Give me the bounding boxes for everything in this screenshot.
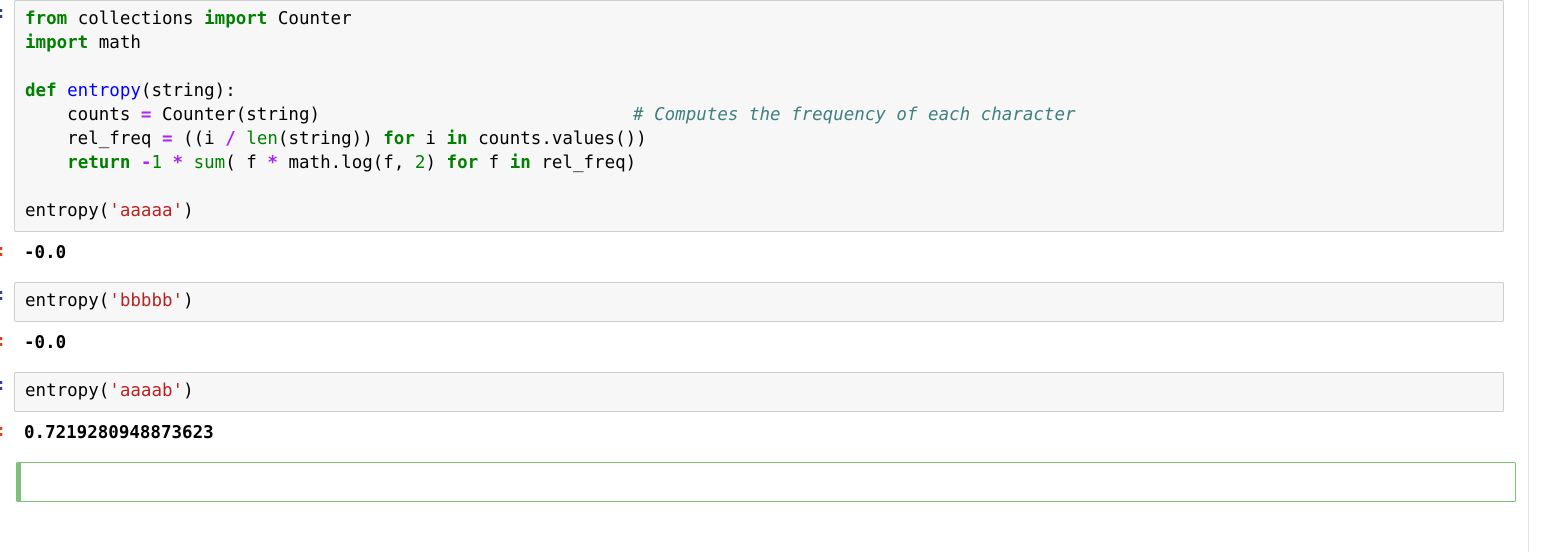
token-keyword-in-1: in: [446, 129, 468, 149]
token-sum-c: ): [425, 153, 447, 173]
token-op-assign-1: =: [140, 105, 152, 125]
token-builtin-len: len: [246, 129, 278, 149]
cell-separator-2: [0, 358, 1528, 372]
token-genexpr-c: (string)): [277, 129, 384, 149]
token-funcname-entropy: entropy: [56, 81, 141, 101]
token-op-assign-2: =: [161, 129, 173, 149]
token-op-minus: -: [130, 153, 152, 173]
cell-3-input-row[interactable]: ]: entropy('aaaab'): [0, 372, 1528, 412]
code-cell-4-selected[interactable]: [16, 462, 1516, 502]
cell-3-output-value: 0.7219280948873623: [24, 423, 214, 443]
token-module-collections: collections: [67, 9, 205, 29]
code-cell-3[interactable]: ]: entropy('aaaab') ]: 0.721928094887362…: [0, 372, 1528, 448]
cell-3-in-prompt: ]:: [0, 372, 14, 398]
token-genexpr-a: ((i: [172, 129, 226, 149]
cell-1-in-prompt: ]:: [0, 0, 14, 26]
token-keyword-def: def: [25, 81, 57, 101]
token-number-1: 1: [151, 153, 162, 173]
cell-1-code-editor[interactable]: from collections import Counter import m…: [14, 0, 1504, 232]
vertical-scrollbar[interactable]: [1528, 0, 1542, 552]
token-op-star-1: *: [162, 153, 184, 173]
cell-1-input-row[interactable]: ]: from collections import Counter impor…: [0, 0, 1528, 232]
cell-2-input-row[interactable]: ]: entropy('bbbbb'): [0, 282, 1528, 322]
token-def-signature: (string):: [140, 81, 236, 101]
cell-1-out-prompt: ]:: [0, 238, 14, 264]
token-sum-b: math.log(f,: [277, 153, 415, 173]
token-sum-a: ( f: [225, 153, 268, 173]
token-op-divide: /: [225, 129, 236, 149]
token-string-aaaab: 'aaaab': [109, 381, 184, 401]
token-keyword-import-1: import: [204, 9, 268, 29]
cell-3-source[interactable]: entropy('aaaab'): [25, 379, 1493, 403]
token-call-close-2: ): [183, 291, 194, 311]
cell-1-output-value: -0.0: [24, 243, 67, 263]
token-counter-call: Counter(string): [151, 105, 321, 125]
cell-3-code-editor[interactable]: entropy('aaaab'): [14, 372, 1504, 412]
cell-2-source[interactable]: entropy('bbbbb'): [25, 289, 1493, 313]
token-name-counter: Counter: [267, 9, 352, 29]
token-number-2: 2: [414, 153, 426, 173]
token-keyword-from: from: [25, 9, 68, 29]
token-keyword-return: return: [67, 153, 131, 173]
token-keyword-in-2: in: [509, 153, 531, 173]
token-return-indent: [25, 153, 67, 173]
token-string-bbbbb: 'bbbbb': [109, 291, 184, 311]
cell-3-out-prompt: ]:: [0, 418, 14, 444]
token-call-entropy-1: entropy(: [25, 201, 110, 221]
token-call-close-1: ): [183, 201, 194, 221]
token-keyword-for-2: for: [446, 153, 479, 173]
cell-3-output-row: ]: 0.7219280948873623: [0, 418, 1528, 448]
cell-2-out-prompt: ]:: [0, 328, 14, 354]
token-builtin-sum: sum: [183, 153, 226, 173]
cell-3-output-area: 0.7219280948873623: [14, 418, 1504, 448]
cell-2-output-row: ]: -0.0: [0, 328, 1528, 358]
cell-2-output-value: -0.0: [24, 333, 67, 353]
token-call-close-3: ): [183, 381, 194, 401]
cell-separator-3: [0, 448, 1528, 462]
token-genexpr-e: counts.values()): [467, 129, 647, 149]
token-relfreq-assign: rel_freq: [25, 129, 162, 149]
cell-1-output-area: -0.0: [14, 238, 1504, 268]
token-keyword-import-2: import: [25, 33, 89, 53]
token-genexpr-space: [236, 129, 247, 149]
token-op-star-2: *: [267, 153, 278, 173]
cell-2-code-editor[interactable]: entropy('bbbbb'): [14, 282, 1504, 322]
token-call-entropy-3: entropy(: [25, 381, 110, 401]
notebook-scroll-region[interactable]: ]: from collections import Counter impor…: [0, 0, 1528, 552]
token-keyword-for-1: for: [383, 129, 415, 149]
cell-2-output-area: -0.0: [14, 328, 1504, 358]
cell-1-source[interactable]: from collections import Counter import m…: [25, 7, 1493, 223]
token-genexpr-d: i: [414, 129, 447, 149]
code-cell-2[interactable]: ]: entropy('bbbbb') ]: -0.0: [0, 282, 1528, 358]
code-cell-1[interactable]: ]: from collections import Counter impor…: [0, 0, 1528, 268]
cell-2-in-prompt: ]:: [0, 282, 14, 308]
token-string-aaaaa: 'aaaaa': [109, 201, 184, 221]
token-call-entropy-2: entropy(: [25, 291, 110, 311]
token-comment-frequency: # Computes the frequency of each charact…: [633, 105, 1076, 125]
cell-1-output-row: ]: -0.0: [0, 238, 1528, 268]
token-name-math: math: [88, 33, 141, 53]
token-sum-d: f: [478, 153, 510, 173]
cell-separator-1: [0, 268, 1528, 282]
token-sum-e: rel_freq): [530, 153, 637, 173]
token-counts-assign: counts: [25, 105, 141, 125]
